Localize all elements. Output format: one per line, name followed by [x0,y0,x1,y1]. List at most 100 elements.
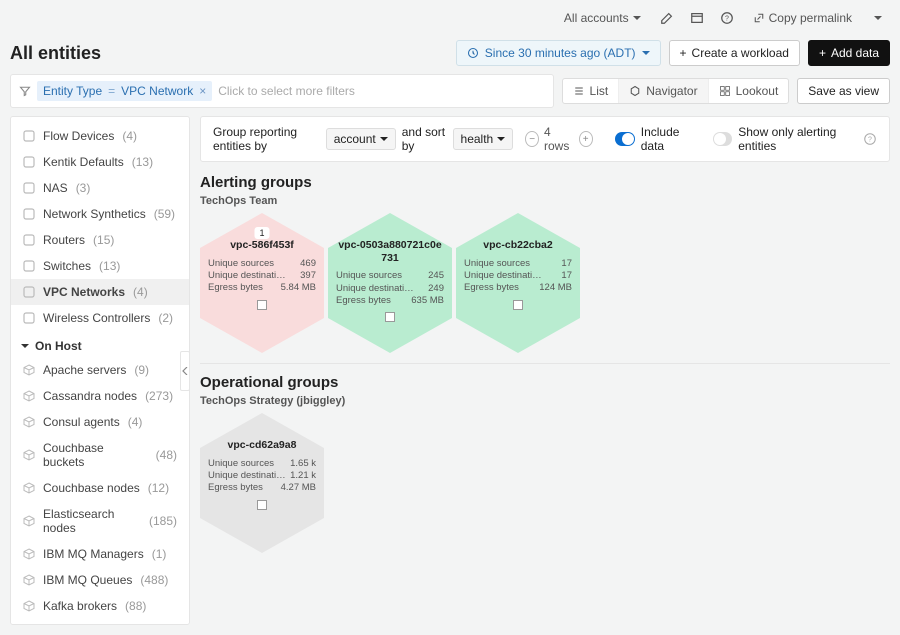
sidebar-item[interactable]: NAS (3) [11,175,189,201]
group-by-select[interactable]: account [326,128,396,150]
group-by-label: Group reporting entities by [213,125,320,153]
sidebar-item[interactable]: Wireless Controllers (2) [11,305,189,331]
include-data-label: Include data [641,125,690,153]
sidebar-item[interactable]: VPC Networks (4) [11,279,189,305]
sort-by-select[interactable]: health [453,128,514,150]
view-list[interactable]: List [563,79,619,103]
entity-checkbox[interactable] [257,500,267,510]
alert-badge: 1 [254,227,269,239]
edit-icon[interactable] [655,6,679,30]
save-as-view-label: Save as view [808,84,879,98]
stat-key: Unique destinati… [336,283,414,295]
filter-chip-entity-type[interactable]: Entity Type = VPC Network × [37,81,212,101]
chevron-down-icon [497,137,505,141]
chip-remove-icon[interactable]: × [199,84,206,98]
sidebar-item-count: (9) [134,363,149,377]
sidebar-item-count: (4) [133,285,148,299]
sidebar-item-label: Couchbase buckets [43,441,148,469]
entity-hex[interactable]: 1vpc-586f453fUnique sources469Unique des… [200,213,324,353]
sidebar-item[interactable]: Couchbase nodes (12) [11,475,189,501]
stat-key: Unique destinati… [208,470,286,482]
checkbox-icon [23,130,35,142]
help-icon[interactable]: ? [863,130,877,148]
copy-permalink-button[interactable]: Copy permalink [745,7,860,29]
sidebar-item[interactable]: Kafka brokers (88) [11,593,189,619]
sidebar-item-count: (488) [140,573,168,587]
cube-icon [23,574,35,586]
sidebar-item-label: Apache servers [43,363,126,377]
svg-text:?: ? [868,137,872,144]
more-icon[interactable] [866,6,890,30]
entity-checkbox[interactable] [513,300,523,310]
sidebar-item-label: Kentik Defaults [43,155,124,169]
plus-icon: + [819,46,826,60]
sidebar-item[interactable]: Flow Devices (4) [11,123,189,149]
entity-hex[interactable]: vpc-cb22cba2Unique sources17Unique desti… [456,213,580,353]
time-range-picker[interactable]: Since 30 minutes ago (ADT) [456,40,661,66]
rows-decrease-button[interactable]: − [525,131,539,147]
sidebar-item-count: (4) [122,129,137,143]
sidebar-item-count: (1) [152,547,167,561]
sidebar-item[interactable]: Cassandra nodes (273) [11,383,189,409]
view-list-label: List [590,84,609,98]
entity-hex[interactable]: vpc-0503a880721c0e731Unique sources245Un… [328,213,452,353]
sidebar-item-label: IBM MQ Managers [43,547,144,561]
help-icon[interactable]: ? [715,6,739,30]
list-icon [573,85,585,97]
sidebar-collapse-button[interactable] [180,351,190,391]
entity-name: vpc-0503a880721c0e731 [336,239,444,264]
checkbox-icon [23,260,35,272]
sidebar-item[interactable]: IBM MQ Managers (1) [11,541,189,567]
chevron-left-icon [182,367,188,375]
account-selector[interactable]: All accounts [556,7,649,29]
create-workload-button[interactable]: + Create a workload [669,40,800,66]
sidebar-item-label: Consul agents [43,415,120,429]
entity-checkbox[interactable] [257,300,267,310]
sidebar-item-label: Wireless Controllers [43,311,150,325]
include-data-toggle[interactable] [615,132,635,146]
add-data-button[interactable]: + Add data [808,40,890,66]
view-navigator[interactable]: Navigator [618,79,707,103]
sidebar-section-label: On Host [35,339,82,353]
chevron-down-icon [874,16,882,20]
entity-name: vpc-cb22cba2 [464,239,572,252]
sidebar-item-count: (13) [132,155,153,169]
cube-icon [23,482,35,494]
sidebar-item[interactable]: Couchbase buckets (48) [11,435,189,475]
stat-key: Unique sources [208,258,274,270]
show-alerting-toggle[interactable] [713,132,733,146]
sidebar-item[interactable]: Elasticsearch nodes (185) [11,501,189,541]
sidebar-item[interactable]: IBM MQ Queues (488) [11,567,189,593]
divider [200,363,890,364]
rows-increase-button[interactable]: + [579,131,593,147]
sidebar-item-count: (48) [156,448,177,462]
sidebar-item-label: Switches [43,259,91,273]
filter-bar[interactable]: Entity Type = VPC Network × Click to sel… [10,74,554,108]
sidebar-item[interactable]: Routers (15) [11,227,189,253]
panel-icon[interactable] [685,6,709,30]
cube-icon [23,449,35,461]
svg-text:?: ? [725,16,729,23]
sidebar-item[interactable]: Apache servers (9) [11,357,189,383]
stat-value: 469 [300,258,316,270]
cube-icon [23,600,35,612]
entity-checkbox[interactable] [385,312,395,322]
entity-hex[interactable]: vpc-cd62a9a8Unique sources1.65 kUnique d… [200,413,324,553]
operational-groups-title: Operational groups [200,374,890,391]
operational-group-name: TechOps Strategy (jbiggley) [200,395,890,407]
sidebar-item[interactable]: Switches (13) [11,253,189,279]
save-as-view-button[interactable]: Save as view [797,78,890,104]
sidebar-section-on-host[interactable]: On Host [11,331,189,357]
filter-placeholder: Click to select more filters [218,84,355,98]
sidebar-item[interactable]: Network Synthetics (59) [11,201,189,227]
view-switcher: List Navigator Lookout [562,78,790,104]
sidebar-item-label: Network Synthetics [43,207,146,221]
sidebar-item-label: IBM MQ Queues [43,573,132,587]
stat-key: Unique sources [336,270,402,282]
sidebar-item[interactable]: Kentik Defaults (13) [11,149,189,175]
chip-value: VPC Network [121,84,193,98]
view-lookout[interactable]: Lookout [708,79,789,103]
chevron-down-icon [380,137,388,141]
sidebar-item-label: Elasticsearch nodes [43,507,141,535]
sidebar-item[interactable]: Consul agents (4) [11,409,189,435]
